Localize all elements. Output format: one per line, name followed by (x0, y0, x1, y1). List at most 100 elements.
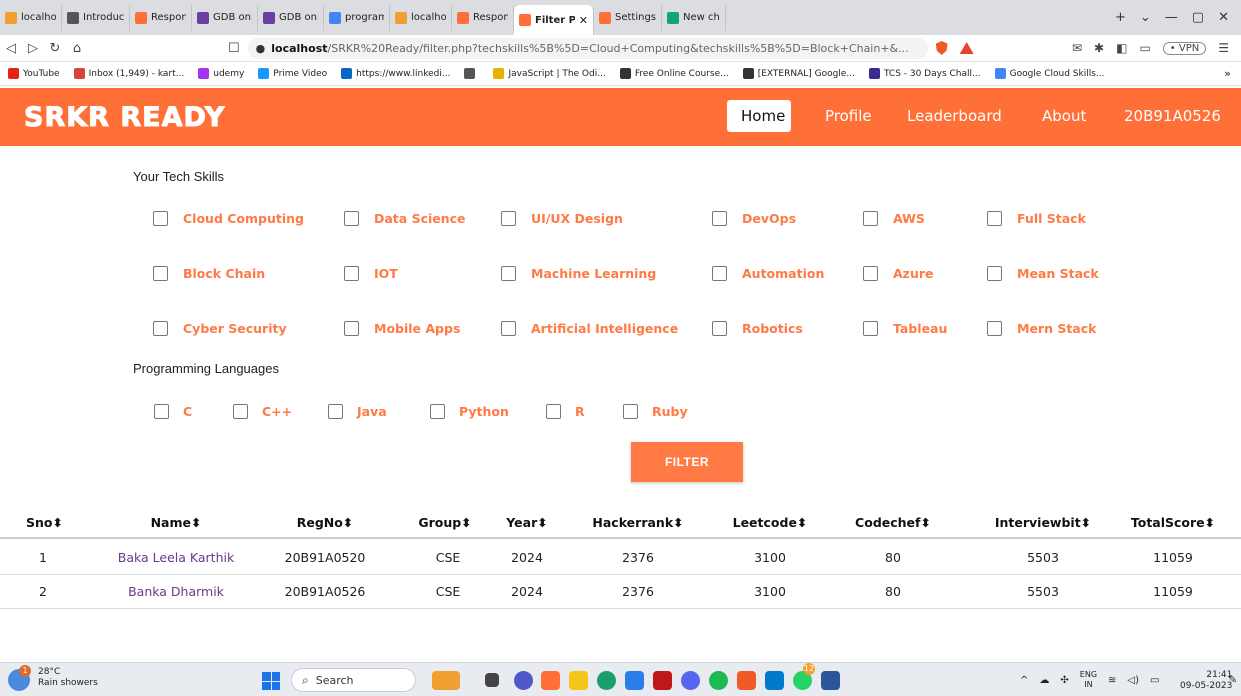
site-logo[interactable]: SRKR READY (23, 101, 225, 133)
mail-icon[interactable]: ✉ (1072, 41, 1082, 55)
browser-tab[interactable]: New chat (662, 4, 726, 31)
nav-user[interactable]: 20B91A0526 (1124, 107, 1221, 125)
browser-tab[interactable]: Responsive N (452, 4, 514, 31)
column-header[interactable]: TotalScore⬍ (1131, 515, 1215, 530)
file-explorer-icon[interactable] (569, 671, 588, 690)
filter-button[interactable]: FILTER (631, 442, 743, 482)
tech-skill-option[interactable]: Robotics (712, 319, 803, 337)
site-info-icon[interactable]: ● (256, 42, 266, 55)
bookmark-item[interactable]: YouTube (8, 68, 60, 79)
maximize-icon[interactable]: ▢ (1192, 10, 1204, 25)
language-checkbox[interactable] (154, 403, 169, 419)
cloud-icon[interactable]: ☁ (1039, 675, 1049, 686)
menu-icon[interactable]: ☰ (1218, 41, 1229, 55)
app-icon-1[interactable] (541, 671, 560, 690)
sidebar-icon[interactable]: ◧ (1116, 41, 1127, 55)
brave-icon[interactable] (737, 671, 756, 690)
language-option[interactable]: Python (430, 402, 509, 420)
language-option[interactable]: R (546, 402, 585, 420)
skill-checkbox[interactable] (344, 320, 359, 336)
language-checkbox[interactable] (430, 403, 445, 419)
tech-skill-option[interactable]: Block Chain (153, 264, 265, 282)
brave-rewards-icon[interactable] (959, 42, 974, 54)
tech-skill-option[interactable]: Automation (712, 264, 824, 282)
skill-checkbox[interactable] (501, 265, 516, 281)
skill-checkbox[interactable] (863, 320, 878, 336)
bookmark-item[interactable]: TCS - 30 Days Chall... (868, 68, 981, 79)
battery-icon[interactable]: ▭ (1150, 675, 1159, 686)
skill-checkbox[interactable] (987, 320, 1002, 336)
url-field[interactable]: ● localhost /SRKR%20Ready/filter.php?tec… (247, 37, 928, 59)
language-checkbox[interactable] (233, 403, 248, 419)
skill-checkbox[interactable] (153, 265, 168, 281)
tech-skill-option[interactable]: Artificial Intelligence (501, 319, 678, 337)
skill-checkbox[interactable] (501, 320, 516, 336)
column-header[interactable]: Leetcode⬍ (733, 515, 808, 530)
tech-skill-option[interactable]: Azure (863, 264, 934, 282)
skill-checkbox[interactable] (712, 265, 727, 281)
nav-profile[interactable]: Profile (825, 107, 872, 125)
column-header[interactable]: Name⬍ (151, 515, 202, 530)
browser-tab[interactable]: Introducing C (62, 4, 130, 31)
language-option[interactable]: C (154, 402, 192, 420)
tech-skill-option[interactable]: Mean Stack (987, 264, 1099, 282)
tech-skill-option[interactable]: Mobile Apps (344, 319, 460, 337)
teams-icon[interactable] (514, 671, 533, 690)
widgets-icon[interactable] (432, 671, 460, 690)
column-header[interactable]: Year⬍ (506, 515, 547, 530)
bookmark-item[interactable]: Inbox (1,949) - kart... (73, 68, 184, 79)
bookmark-item[interactable] (464, 68, 479, 79)
minimize-icon[interactable]: — (1165, 10, 1178, 25)
vscode-icon[interactable] (765, 671, 784, 690)
tab-list-chevron-icon[interactable]: ⌄ (1140, 10, 1151, 25)
language-checkbox[interactable] (623, 403, 638, 419)
skill-checkbox[interactable] (863, 265, 878, 281)
browser-tab[interactable]: Filter Pag ✕ (514, 5, 594, 35)
browser-tab[interactable]: Responsive N (130, 4, 192, 31)
discord-icon[interactable] (681, 671, 700, 690)
tech-skill-option[interactable]: Data Science (344, 209, 466, 227)
column-header[interactable]: RegNo⬍ (297, 515, 354, 530)
task-view-icon[interactable] (485, 673, 499, 687)
skill-checkbox[interactable] (987, 210, 1002, 226)
bookmark-item[interactable]: Free Online Course... (619, 68, 729, 79)
skill-checkbox[interactable] (501, 210, 516, 226)
taskbar-search[interactable]: ⌕ Search (291, 668, 416, 692)
clock[interactable]: 21:41 09-05-2023 (1180, 670, 1232, 692)
bookmark-item[interactable]: https://www.linkedi... (341, 68, 450, 79)
bookmark-icon[interactable]: ☐ (228, 41, 240, 56)
back-icon[interactable]: ◁ (0, 41, 22, 56)
weather-widget[interactable]: 28°C Rain showers (38, 667, 98, 689)
language-option[interactable]: C++ (233, 402, 292, 420)
browser-tab[interactable]: Settings Page (594, 4, 662, 31)
student-name-link[interactable]: Baka Leela Karthik (118, 550, 234, 565)
skill-checkbox[interactable] (344, 210, 359, 226)
store-icon[interactable] (625, 671, 644, 690)
spotify-icon[interactable] (709, 671, 728, 690)
bookmark-item[interactable]: Prime Video (258, 68, 327, 79)
skill-checkbox[interactable] (712, 320, 727, 336)
browser-tab[interactable]: localhost / 12 (0, 4, 62, 31)
tab-close-icon[interactable]: ✕ (579, 14, 588, 27)
column-header[interactable]: Group⬍ (418, 515, 471, 530)
student-name-link[interactable]: Banka Dharmik (128, 584, 224, 599)
close-window-icon[interactable]: ✕ (1218, 10, 1229, 25)
skill-checkbox[interactable] (153, 320, 168, 336)
volume-icon[interactable]: ◁) (1127, 675, 1139, 686)
tech-skill-option[interactable]: Full Stack (987, 209, 1086, 227)
tech-skill-option[interactable]: DevOps (712, 209, 796, 227)
browser-tab[interactable]: program for (324, 4, 390, 31)
tech-skill-option[interactable]: IOT (344, 264, 398, 282)
vpn-button[interactable]: • VPN (1162, 41, 1207, 55)
tech-skill-option[interactable]: UI/UX Design (501, 209, 623, 227)
word-icon[interactable] (821, 671, 840, 690)
skill-checkbox[interactable] (863, 210, 878, 226)
brave-shield-icon[interactable] (935, 41, 948, 55)
bookmark-item[interactable]: Google Cloud Skills... (994, 68, 1104, 79)
nav-leaderboard[interactable]: Leaderboard (907, 107, 1002, 125)
tech-skill-option[interactable]: Machine Learning (501, 264, 656, 282)
language-indicator[interactable]: ENG IN (1080, 670, 1097, 690)
tray-chevron-icon[interactable]: ^ (1020, 675, 1028, 686)
tech-skill-option[interactable]: Cyber Security (153, 319, 287, 337)
bookmarks-more-button[interactable]: » (1224, 67, 1241, 80)
